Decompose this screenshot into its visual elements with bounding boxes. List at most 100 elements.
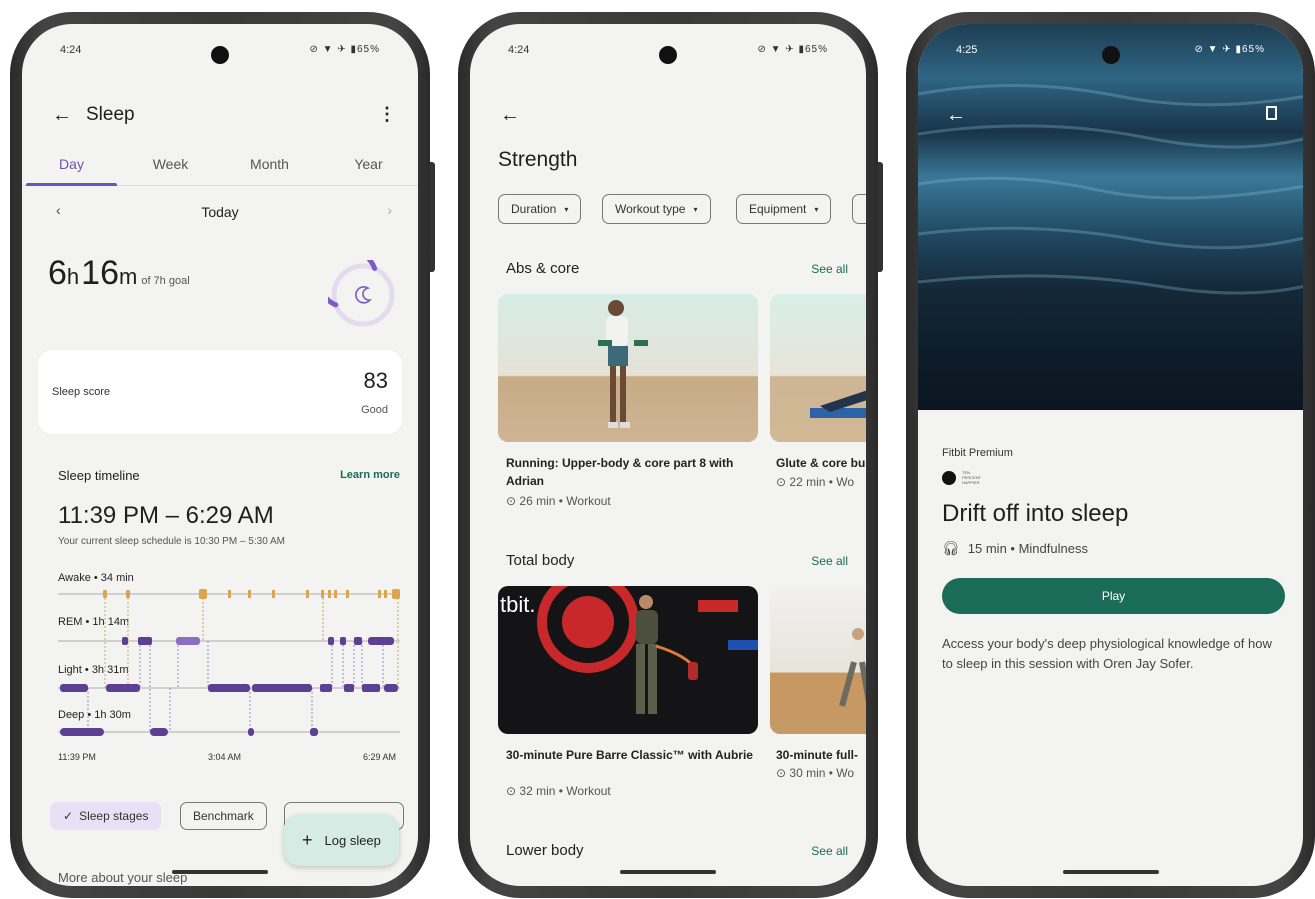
chip-sleep-stages[interactable]: ✓ Sleep stages bbox=[50, 802, 162, 830]
status-time: 4:24 bbox=[60, 44, 82, 56]
trainer-figure-icon bbox=[598, 300, 648, 428]
hero-water-image bbox=[918, 24, 1303, 410]
chip-sleep-stages-label: Sleep stages bbox=[79, 809, 149, 823]
play-button-label: Play bbox=[1101, 589, 1126, 603]
trainer-figure-icon bbox=[810, 390, 866, 418]
filter-equipment-label: Equipment bbox=[749, 202, 807, 216]
front-camera bbox=[1101, 46, 1120, 64]
axis-start: 11:39 PM bbox=[58, 752, 96, 762]
play-circle-icon: ⊙ bbox=[776, 475, 787, 489]
premium-label: Fitbit Premium bbox=[942, 447, 1013, 459]
status-time: 4:24 bbox=[508, 44, 530, 56]
sleep-goal-ring-icon bbox=[328, 260, 395, 327]
log-sleep-label: Log sleep bbox=[324, 832, 381, 848]
home-indicator[interactable] bbox=[1062, 870, 1159, 874]
duration-minutes-unit: m bbox=[119, 264, 138, 289]
section-title-abs-core: Abs & core bbox=[506, 260, 580, 277]
card-title-glute-core: Glute & core bu bbox=[776, 456, 866, 470]
card-title-full-body: 30-minute full- bbox=[776, 748, 859, 762]
workout-thumbnail-full-body[interactable] bbox=[770, 586, 866, 734]
card-meta-pure-barre-text: 32 min • Workout bbox=[519, 784, 611, 798]
axis-mid: 3:04 AM bbox=[208, 752, 242, 762]
section-title-total-body: Total body bbox=[506, 552, 575, 569]
water-ripples bbox=[918, 83, 1303, 295]
log-sleep-button[interactable]: + Log sleep bbox=[284, 814, 399, 866]
tab-year[interactable]: Year bbox=[319, 150, 418, 185]
filter-duration[interactable]: Duration ▾ bbox=[498, 194, 582, 224]
see-all-total-body[interactable]: See all bbox=[811, 554, 848, 568]
workout-thumbnail-pure-barre[interactable]: tbit. bbox=[498, 586, 758, 734]
status-icons: ⊘ ▼ ✈ ▮65% bbox=[1194, 44, 1265, 55]
score-label: Sleep score bbox=[52, 386, 111, 398]
play-button[interactable]: Play bbox=[942, 578, 1285, 614]
timeline-title: Sleep timeline bbox=[58, 468, 140, 483]
tab-month[interactable]: Month bbox=[220, 150, 319, 185]
session-meta: 🎧︎ 15 min • Mindfulness bbox=[942, 540, 1088, 557]
front-camera bbox=[659, 46, 677, 64]
filter-workout-type[interactable]: Workout type ▾ bbox=[602, 194, 711, 224]
card-meta-glute-core: ⊙ 22 min • Wo bbox=[776, 475, 854, 489]
card-title-upper-body: Running: Upper-body & core part 8 with A… bbox=[506, 456, 734, 488]
back-arrow-icon[interactable]: ← bbox=[500, 104, 520, 127]
phone-sleep: 4:24 ⊘ ▼ ✈ ▮65% ← Sleep ⋮ Day Week Month… bbox=[10, 12, 435, 898]
learn-more-link[interactable]: Learn more bbox=[340, 469, 400, 481]
partner-logo: TEN PERCENT HAPPIER bbox=[942, 470, 988, 485]
strength-screen: 4:24 ⊘ ▼ ✈ ▮65% ← Strength Duration ▾ Wo… bbox=[470, 24, 866, 886]
home-indicator[interactable] bbox=[620, 870, 716, 874]
card-meta-upper-body-text: 26 min • Workout bbox=[519, 494, 611, 508]
dropdown-arrow-icon: ▾ bbox=[564, 204, 569, 214]
sleep-stages-chart bbox=[58, 589, 400, 736]
workout-thumbnail-upper-body[interactable] bbox=[498, 294, 758, 442]
check-icon: ✓ bbox=[63, 809, 74, 823]
brand-watermark: tbit. bbox=[500, 592, 536, 617]
dropdown-arrow-icon: ▾ bbox=[814, 204, 819, 214]
date-label: Today bbox=[201, 204, 239, 220]
sleep-schedule-text: Your current sleep schedule is 10:30 PM … bbox=[58, 536, 285, 547]
play-circle-icon: ⊙ bbox=[776, 766, 787, 780]
page-title: Strength bbox=[498, 148, 578, 171]
axis-end: 6:29 AM bbox=[362, 752, 396, 762]
duration-minutes: 16 bbox=[81, 254, 119, 292]
workout-thumbnail-glute-core[interactable] bbox=[770, 294, 866, 442]
see-all-abs-core[interactable]: See all bbox=[811, 262, 848, 276]
session-meta-text: 15 min • Mindfulness bbox=[967, 541, 1088, 556]
back-arrow-icon[interactable]: ← bbox=[946, 104, 966, 127]
card-meta-glute-core-text: 22 min • Wo bbox=[789, 475, 855, 489]
sleep-time-range: 11:39 PM – 6:29 AM bbox=[58, 502, 274, 529]
period-tabs: Day Week Month Year bbox=[22, 150, 418, 186]
page-title: Sleep bbox=[86, 104, 135, 125]
partner-logo-icon bbox=[942, 470, 956, 485]
trainer-figure-icon bbox=[839, 628, 866, 707]
sleep-score-card[interactable]: Sleep score 83 Good bbox=[38, 350, 402, 434]
status-icons: ⊘ ▼ ✈ ▮65% bbox=[757, 44, 828, 55]
chevron-right-icon[interactable]: › bbox=[387, 202, 392, 218]
sleep-screen: 4:24 ⊘ ▼ ✈ ▮65% ← Sleep ⋮ Day Week Month… bbox=[22, 24, 418, 886]
card-meta-pure-barre: ⊙ 32 min • Workout bbox=[506, 784, 611, 798]
tab-week[interactable]: Week bbox=[121, 150, 220, 185]
more-vert-icon[interactable]: ⋮ bbox=[378, 104, 396, 125]
see-all-lower-body[interactable]: See all bbox=[811, 844, 848, 858]
card-title-pure-barre: 30-minute Pure Barre Classic™ with Aubri… bbox=[506, 748, 753, 762]
play-circle-icon: ⊙ bbox=[506, 494, 517, 508]
filter-more[interactable] bbox=[852, 194, 866, 224]
mindfulness-screen: 4:25 ⊘ ▼ ✈ ▮65% ← Fitbit Premium TEN PER… bbox=[918, 24, 1303, 886]
phone-mindfulness: 4:25 ⊘ ▼ ✈ ▮65% ← Fitbit Premium TEN PER… bbox=[906, 12, 1315, 898]
card-meta-full-body-text: 30 min • Wo bbox=[789, 766, 855, 780]
partner-name: TEN PERCENT HAPPIER bbox=[962, 470, 982, 485]
pure-barre-scene-icon bbox=[537, 586, 758, 714]
section-title-lower-body: Lower body bbox=[506, 842, 584, 859]
card-meta-upper-body: ⊙ 26 min • Workout bbox=[506, 494, 611, 508]
bookmark-icon[interactable] bbox=[1266, 106, 1277, 120]
score-value: 83 bbox=[363, 368, 388, 393]
home-indicator[interactable] bbox=[172, 870, 268, 874]
card-meta-full-body: ⊙ 30 min • Wo bbox=[776, 766, 854, 780]
status-icons: ⊘ ▼ ✈ ▮65% bbox=[309, 44, 380, 55]
sleep-duration: 6 h 16 m of 7h goal bbox=[48, 254, 190, 293]
score-rating: Good bbox=[361, 404, 388, 416]
phone-strength: 4:24 ⊘ ▼ ✈ ▮65% ← Strength Duration ▾ Wo… bbox=[458, 12, 883, 898]
status-time: 4:25 bbox=[956, 44, 978, 56]
filter-equipment[interactable]: Equipment ▾ bbox=[736, 194, 832, 224]
tab-day[interactable]: Day bbox=[22, 150, 121, 186]
back-arrow-icon[interactable]: ← bbox=[52, 104, 72, 127]
chip-benchmark[interactable]: Benchmark bbox=[180, 802, 267, 830]
